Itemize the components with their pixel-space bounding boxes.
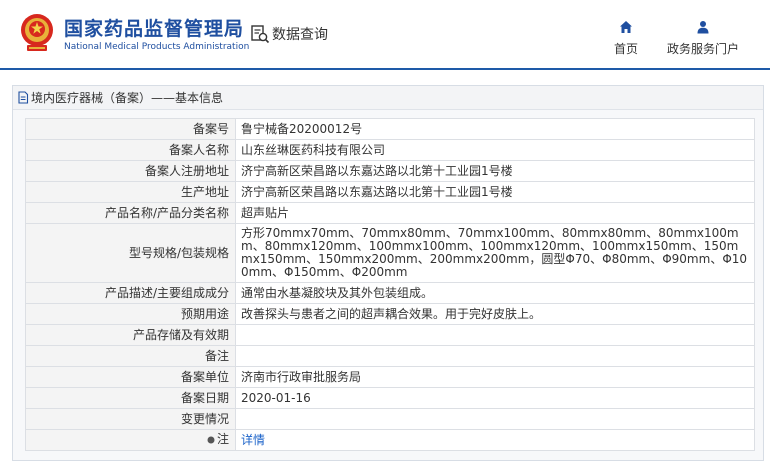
document-search-icon: [251, 25, 270, 44]
table-row: 产品描述/主要组成成分 通常由水基凝胶块及其外包装组成。: [25, 282, 755, 304]
details-link[interactable]: 详情: [241, 433, 265, 447]
row-label: 备案人名称: [25, 139, 236, 161]
row-label: 产品存储及有效期: [25, 324, 236, 346]
data-query-label: 数据查询: [272, 27, 328, 43]
row-label: 备案号: [25, 118, 236, 140]
row-label: 生产地址: [25, 181, 236, 203]
document-icon: [18, 91, 29, 104]
breadcrumb: 境内医疗器械（备案）——基本信息: [31, 91, 224, 105]
nav-home[interactable]: 首页: [608, 20, 644, 57]
site-title-en: National Medical Products Administration: [64, 42, 250, 52]
table-row: 产品存储及有效期: [25, 324, 755, 346]
detail-panel: 境内医疗器械（备案）——基本信息 备案号 鲁宁械备20200012号 备案人名称…: [12, 85, 764, 461]
national-emblem-icon[interactable]: [19, 12, 55, 54]
data-query-link[interactable]: 数据查询: [250, 24, 328, 44]
row-label: 产品描述/主要组成成分: [25, 282, 236, 304]
bullet-icon: [207, 436, 215, 444]
row-value: 通常由水基凝胶块及其外包装组成。: [235, 282, 755, 304]
row-label: 备案单位: [25, 366, 236, 388]
row-value: 方形70mmx70mm、70mmx80mm、70mmx100mm、80mmx80…: [235, 223, 755, 283]
row-value: 鲁宁械备20200012号: [235, 118, 755, 140]
row-value: [235, 408, 755, 430]
row-value: 济宁高新区荣昌路以东嘉达路以北第十工业园1号楼: [235, 160, 755, 182]
row-label: 备案人注册地址: [25, 160, 236, 182]
user-icon: [697, 21, 709, 34]
note-label: 注: [216, 432, 229, 447]
site-title-cn[interactable]: 国家药品监督管理局: [64, 14, 244, 41]
row-value: 山东丝琳医药科技有限公司: [235, 139, 755, 161]
record-info-table: 备案号 鲁宁械备20200012号 备案人名称 山东丝琳医药科技有限公司 备案人…: [25, 118, 755, 451]
table-row: 注 详情: [25, 429, 755, 451]
note-row-label: 注: [25, 429, 236, 451]
panel-title-bar: 境内医疗器械（备案）——基本信息: [13, 86, 763, 110]
row-value: [235, 345, 755, 367]
row-value: 2020-01-16: [235, 387, 755, 409]
row-label: 预期用途: [25, 303, 236, 325]
site-header: 国家药品监督管理局 National Medical Products Admi…: [0, 0, 770, 70]
table-row: 预期用途 改善探头与患者之间的超声耦合效果。用于完好皮肤上。: [25, 303, 755, 325]
nav-service-portal[interactable]: 政务服务门户: [661, 20, 745, 57]
row-value: 超声贴片: [235, 202, 755, 224]
table-row: 备案日期 2020-01-16: [25, 387, 755, 409]
row-value: 济宁高新区荣昌路以东嘉达路以北第十工业园1号楼: [235, 181, 755, 203]
table-row: 备注: [25, 345, 755, 367]
row-label: 备注: [25, 345, 236, 367]
note-value: 详情: [235, 429, 755, 451]
table-row: 产品名称/产品分类名称 超声贴片: [25, 202, 755, 224]
row-value: 改善探头与患者之间的超声耦合效果。用于完好皮肤上。: [235, 303, 755, 325]
table-row: 备案人注册地址 济宁高新区荣昌路以东嘉达路以北第十工业园1号楼: [25, 160, 755, 182]
table-row: 备案号 鲁宁械备20200012号: [25, 118, 755, 140]
row-label: 产品名称/产品分类名称: [25, 202, 236, 224]
table-row: 生产地址 济宁高新区荣昌路以东嘉达路以北第十工业园1号楼: [25, 181, 755, 203]
table-row: 备案单位 济南市行政审批服务局: [25, 366, 755, 388]
table-row: 变更情况: [25, 408, 755, 430]
row-label: 备案日期: [25, 387, 236, 409]
home-icon: [620, 21, 632, 33]
row-value: 济南市行政审批服务局: [235, 366, 755, 388]
row-label: 型号规格/包装规格: [25, 223, 236, 283]
table-row: 备案人名称 山东丝琳医药科技有限公司: [25, 139, 755, 161]
nav-portal-label: 政务服务门户: [666, 42, 739, 56]
row-value: [235, 324, 755, 346]
nav-home-label: 首页: [613, 42, 638, 56]
table-row: 型号规格/包装规格 方形70mmx70mm、70mmx80mm、70mmx100…: [25, 223, 755, 283]
row-label: 变更情况: [25, 408, 236, 430]
